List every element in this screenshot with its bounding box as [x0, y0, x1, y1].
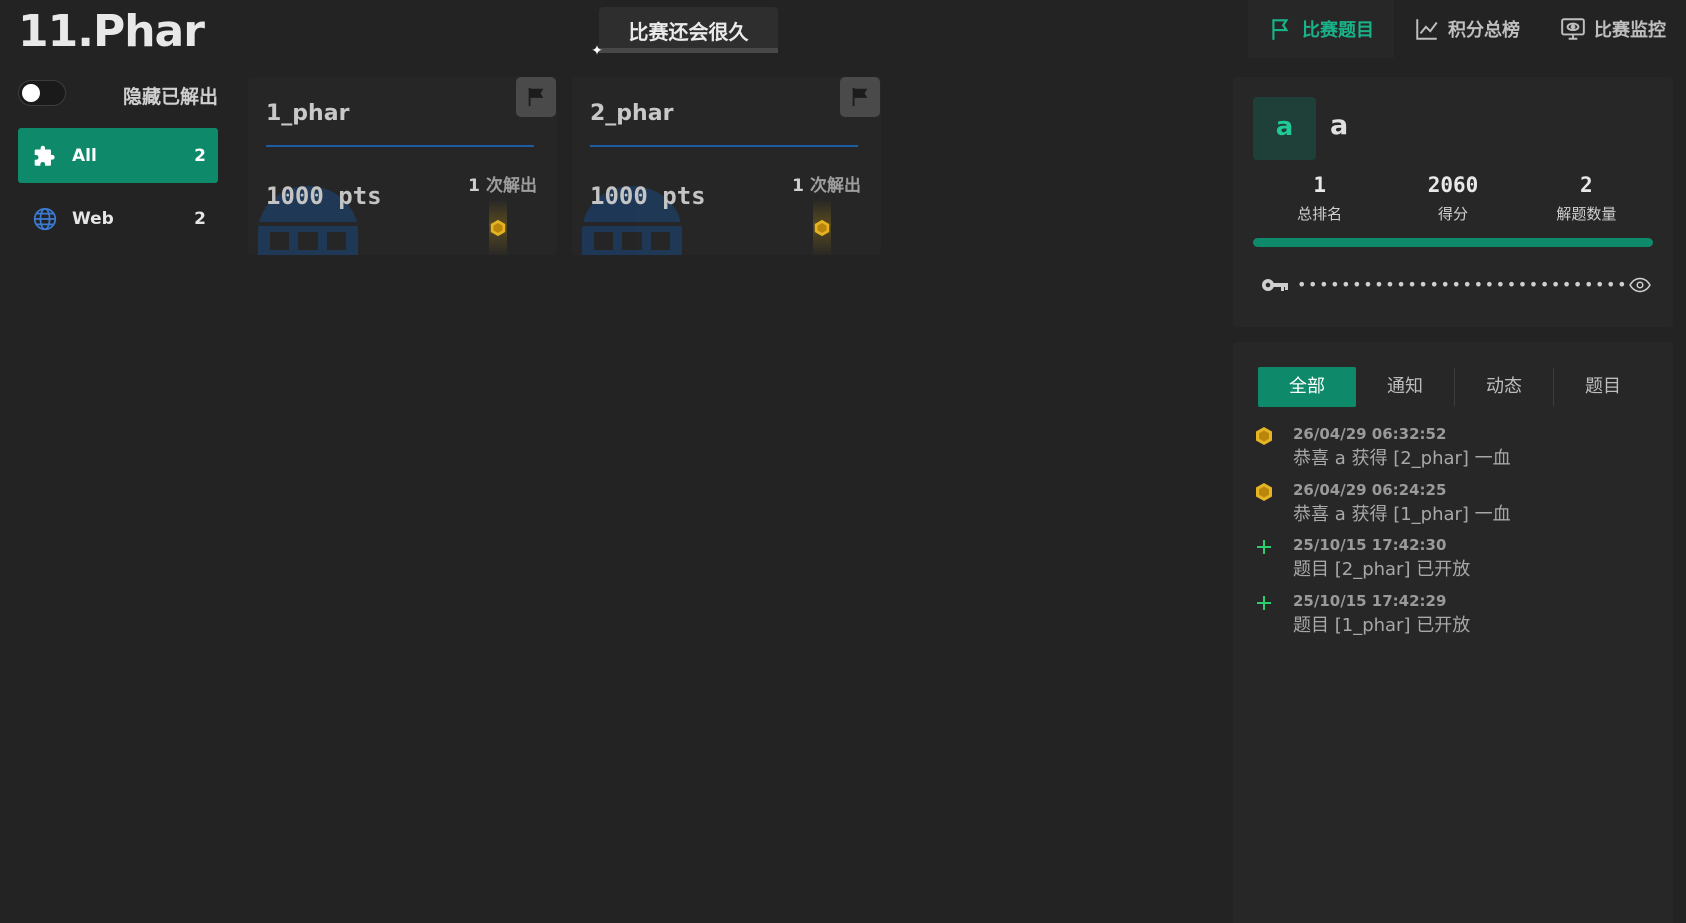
- nav-monitor-label: 比赛监控: [1594, 20, 1666, 41]
- medal-hexagon-icon: [490, 219, 506, 237]
- user-stats: 1 总排名 2060 得分 2 解题数量: [1253, 173, 1653, 224]
- flag-button[interactable]: [516, 77, 556, 117]
- game-title: 11.Phar: [18, 6, 205, 57]
- medal-hexagon-icon: [814, 219, 830, 237]
- challenge-points: 1000 pts: [266, 182, 382, 210]
- user-panel: a a 1 总排名 2060 得分 2 解题数量 •••••••••••••••…: [1233, 77, 1673, 327]
- stat-solved: 2 解题数量: [1520, 173, 1653, 224]
- tab-challenges[interactable]: 题目: [1554, 367, 1652, 407]
- tab-all[interactable]: 全部: [1258, 367, 1356, 407]
- challenge-card[interactable]: 2_phar 1000 pts 1 次解出: [572, 77, 881, 255]
- notice-text: 恭喜 a 获得 [1_phar] 一血: [1293, 503, 1511, 525]
- plus-icon: [1257, 540, 1271, 554]
- nav-monitor[interactable]: 比赛监控: [1540, 0, 1686, 58]
- category-list: All 2 Web 2: [18, 128, 218, 254]
- nav-scoreboard-label: 积分总榜: [1448, 20, 1520, 41]
- stat-value: 1: [1313, 173, 1326, 197]
- stat-value: 2060: [1427, 173, 1479, 197]
- countdown-text: 比赛还会很久: [628, 20, 749, 44]
- hide-solved-toggle[interactable]: [18, 80, 66, 106]
- solve-count: 1: [468, 176, 480, 196]
- category-label: Web: [72, 208, 114, 229]
- first-blood-badge: [813, 199, 831, 255]
- notice-item: 25/10/15 17:42:30 题目 [2_phar] 已开放: [1253, 535, 1663, 591]
- challenge-card[interactable]: 1_phar 1000 pts 1 次解出: [248, 77, 557, 255]
- stat-score: 2060 得分: [1386, 173, 1519, 224]
- stat-label: 得分: [1437, 205, 1468, 223]
- token-row: ••••••••••••••••••••••••••••••: [1261, 273, 1651, 297]
- user-progress-bar: [1253, 238, 1653, 247]
- challenge-solves: 1 次解出: [792, 171, 861, 196]
- notice-time: 25/10/15 17:42:30: [1293, 536, 1447, 554]
- sparkle-icon: ✦: [591, 43, 603, 59]
- hide-solved-row: 隐藏已解出: [18, 80, 218, 108]
- challenge-solves: 1 次解出: [468, 171, 537, 196]
- category-item-web[interactable]: Web 2: [18, 191, 218, 246]
- challenge-divider: [590, 145, 858, 147]
- nav-challenges-label: 比赛题目: [1302, 20, 1374, 41]
- tab-announcements[interactable]: 通知: [1356, 367, 1454, 407]
- notice-time: 26/04/29 06:32:52: [1293, 425, 1447, 443]
- stat-label: 解题数量: [1556, 205, 1617, 223]
- challenge-name: 2_phar: [590, 101, 674, 126]
- username: a: [1330, 110, 1349, 141]
- medal-hexagon-icon: [1256, 482, 1272, 501]
- notice-list: 26/04/29 06:32:52 恭喜 a 获得 [2_phar] 一血 26…: [1253, 424, 1663, 646]
- notice-text: 恭喜 a 获得 [2_phar] 一血: [1293, 448, 1511, 469]
- hide-solved-label: 隐藏已解出: [122, 86, 218, 108]
- notice-text: 题目 [1_phar] 已开放: [1293, 614, 1471, 636]
- eye-icon[interactable]: [1629, 277, 1651, 293]
- notice-tabs: 全部 通知 动态 题目: [1258, 367, 1652, 407]
- challenge-name: 1_phar: [266, 101, 350, 126]
- notice-item: 26/04/29 06:24:25 恭喜 a 获得 [1_phar] 一血: [1253, 480, 1663, 536]
- solve-count: 1: [792, 176, 804, 196]
- nav-scoreboard[interactable]: 积分总榜: [1394, 0, 1540, 58]
- category-label: All: [72, 145, 97, 166]
- nav-challenges[interactable]: 比赛题目: [1248, 0, 1394, 58]
- key-icon: [1262, 279, 1288, 291]
- top-navigation: 比赛题目 积分总榜 比赛监控: [1248, 0, 1686, 60]
- solve-label: 次解出: [486, 176, 537, 196]
- category-item-all[interactable]: All 2: [18, 128, 218, 183]
- notice-panel: 全部 通知 动态 题目 26/04/29 06:32:52 恭喜 a 获得 [2…: [1233, 342, 1673, 923]
- first-blood-badge: [489, 199, 507, 255]
- category-count: 2: [194, 145, 206, 166]
- flag-icon: [1272, 19, 1289, 40]
- countdown-status: 比赛还会很久 ✦: [591, 7, 778, 58]
- challenge-points: 1000 pts: [590, 182, 706, 210]
- avatar: a: [1253, 97, 1316, 160]
- notice-time: 25/10/15 17:42:29: [1293, 591, 1447, 610]
- stat-label: 总排名: [1297, 205, 1343, 223]
- notice-text: 题目 [2_phar] 已开放: [1293, 559, 1471, 580]
- flag-button[interactable]: [840, 77, 880, 117]
- plus-icon: [1257, 595, 1271, 610]
- notice-item: 25/10/15 17:42:29 题目 [1_phar] 已开放: [1253, 591, 1663, 647]
- solve-label: 次解出: [810, 176, 861, 196]
- challenge-divider: [266, 145, 534, 147]
- globe-icon: [33, 207, 57, 230]
- token-masked: ••••••••••••••••••••••••••••••: [1297, 275, 1629, 294]
- category-count: 2: [194, 208, 206, 229]
- notice-item: 26/04/29 06:32:52 恭喜 a 获得 [2_phar] 一血: [1253, 424, 1663, 480]
- medal-hexagon-icon: [1256, 427, 1272, 445]
- flag-icon: [852, 87, 868, 107]
- stat-value: 2: [1579, 173, 1593, 197]
- puzzle-icon: [34, 145, 55, 166]
- notice-time: 26/04/29 06:24:25: [1293, 480, 1447, 499]
- monitor-eye-icon: [1561, 18, 1585, 40]
- chart-line-icon: [1416, 19, 1438, 40]
- flag-icon: [528, 87, 544, 107]
- countdown-progress-bar: ✦: [591, 44, 778, 58]
- stat-rank: 1 总排名: [1253, 173, 1386, 224]
- tab-activity[interactable]: 动态: [1455, 367, 1553, 407]
- toggle-knob: [22, 84, 40, 102]
